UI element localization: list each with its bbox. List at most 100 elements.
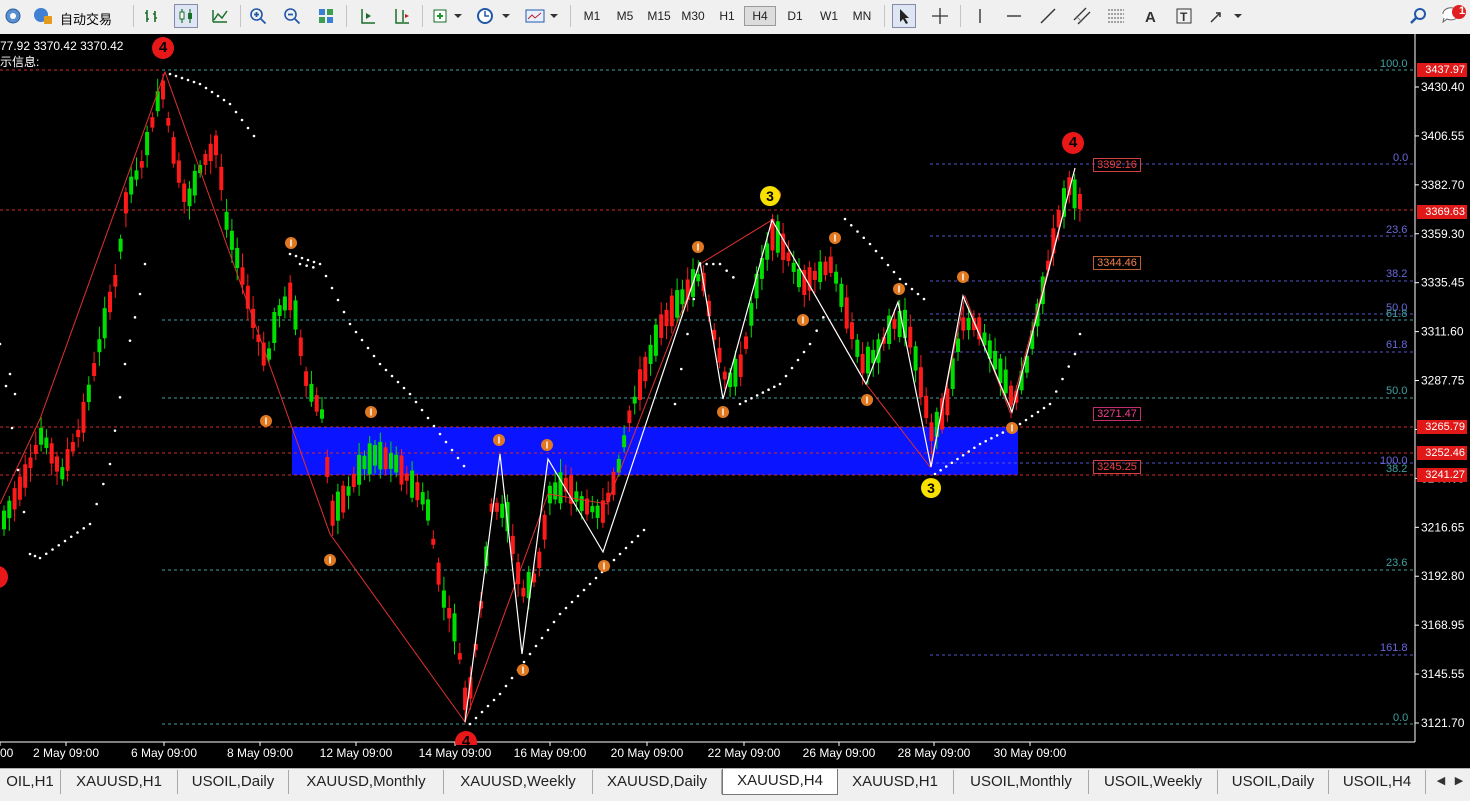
candle-body: [28, 457, 33, 469]
tab-usoil-h1[interactable]: OIL,H1: [0, 770, 61, 794]
sar-dot: [180, 76, 184, 80]
candle-body: [123, 192, 128, 214]
globe-icon[interactable]: [2, 4, 24, 28]
candle-body: [277, 305, 282, 316]
candle-body: [961, 317, 966, 331]
tab-xauusd-weekly[interactable]: XAUUSD,Weekly: [444, 770, 593, 794]
tab-xauusd-h1-2[interactable]: XAUUSD,H1: [837, 770, 954, 794]
fibonacci-icon[interactable]: [1104, 4, 1128, 28]
timeframe-w1[interactable]: W1: [813, 6, 845, 26]
timeframe-d1[interactable]: D1: [779, 6, 811, 26]
tab-scroll-right-icon[interactable]: ▶: [1450, 771, 1468, 791]
crosshair-icon[interactable]: [928, 4, 952, 28]
autoscroll-icon[interactable]: [356, 4, 380, 28]
timeframe-m30[interactable]: M30: [677, 6, 709, 26]
sar-dot: [186, 78, 190, 82]
candle-body: [214, 135, 218, 156]
sar-dot: [995, 434, 999, 437]
sar-dot: [1048, 402, 1052, 406]
tab-usoil-daily-2[interactable]: USOIL,Daily: [1218, 770, 1329, 794]
cursor-icon[interactable]: [892, 4, 916, 28]
wave-marker-4-bottom: 4: [455, 731, 477, 745]
equidistant-channel-icon[interactable]: [1070, 4, 1094, 28]
vertical-line-icon[interactable]: [968, 4, 992, 28]
candle-body: [272, 312, 277, 343]
chart-shift-icon[interactable]: [390, 4, 414, 28]
timeframe-h1[interactable]: H1: [711, 6, 743, 26]
horizontal-line-icon[interactable]: [1002, 4, 1026, 28]
tab-xauusd-monthly[interactable]: XAUUSD,Monthly: [289, 770, 444, 794]
main-toolbar: 自动交易 M1 M5 M15 M30 H1 H4 D1 W1 MN A T 1: [0, 0, 1470, 35]
timeframe-mn[interactable]: MN: [846, 6, 878, 26]
search-icon[interactable]: [1406, 4, 1430, 28]
price-chart[interactable]: 3430.40 3406.55 3382.70 3359.30 3335.45 3311.…: [0, 34, 1470, 768]
tab-usoil-h4[interactable]: USOIL,H4: [1329, 770, 1426, 794]
timeframe-h4[interactable]: H4: [744, 6, 776, 26]
candle-body: [675, 290, 680, 318]
sar-dot: [886, 263, 890, 267]
fib-label: 38.2: [1386, 268, 1408, 280]
candle-body: [155, 91, 160, 112]
timeframe-m15[interactable]: M15: [643, 6, 675, 26]
candle-body: [388, 453, 393, 469]
timeframe-m5[interactable]: M5: [609, 6, 641, 26]
sar-dot: [123, 362, 127, 366]
sar-dot: [892, 270, 896, 274]
sar-dot: [849, 223, 853, 227]
sar-dot: [630, 540, 634, 544]
sar-dot: [246, 126, 250, 130]
sub-wave-marker-glyph: [265, 417, 267, 425]
sar-dot: [192, 80, 196, 84]
fib-label: 38.2: [1386, 463, 1408, 475]
sub-wave-marker-glyph: [866, 396, 868, 404]
arrows-shapes-icon[interactable]: [1206, 4, 1244, 28]
tag-3271: 3271.47: [1093, 407, 1141, 421]
sar-dot: [1054, 390, 1058, 393]
candle-body: [76, 429, 81, 438]
candle-body: [903, 309, 907, 339]
sar-dot: [552, 620, 556, 624]
tab-xauusd-daily[interactable]: XAUUSD,Daily: [593, 770, 722, 794]
sar-dot: [63, 539, 67, 543]
timeframe-m1[interactable]: M1: [576, 6, 608, 26]
line-chart-icon[interactable]: [208, 4, 232, 28]
sar-dot: [384, 368, 388, 372]
sar-dot: [113, 429, 117, 432]
periods-icon[interactable]: [474, 4, 514, 28]
tab-xauusd-h4[interactable]: XAUUSD,H4: [722, 769, 838, 795]
candle-body: [542, 514, 547, 540]
sar-dot: [204, 86, 208, 90]
bar-chart-icon[interactable]: [140, 4, 164, 28]
zoom-in-icon[interactable]: [246, 4, 270, 28]
ohlc-readout: 77.92 3370.42 3370.42: [0, 39, 124, 53]
text-tool-icon[interactable]: A: [1138, 4, 1162, 28]
tab-usoil-weekly[interactable]: USOIL,Weekly: [1089, 770, 1218, 794]
level-lines: [0, 69, 1415, 725]
tab-usoil-daily[interactable]: USOIL,Daily: [178, 770, 289, 794]
zoom-out-icon[interactable]: [280, 4, 304, 28]
sar-dot: [402, 386, 406, 390]
sar-dot: [210, 90, 214, 94]
templates-icon[interactable]: [522, 4, 562, 28]
candle-body: [261, 342, 266, 366]
candlestick-icon[interactable]: [174, 4, 198, 28]
tab-xauusd-h1[interactable]: XAUUSD,H1: [61, 770, 178, 794]
candle-body: [828, 256, 833, 273]
fib-label: 61.8: [1386, 308, 1408, 320]
tile-windows-icon[interactable]: [314, 4, 338, 28]
sar-dot: [725, 269, 728, 272]
price-tag-current: 3369.63: [1417, 205, 1467, 219]
sar-dot: [10, 426, 14, 430]
tag-3392: 3392.16: [1093, 158, 1141, 172]
sar-dot: [360, 338, 364, 342]
tab-usoil-monthly[interactable]: USOIL,Monthly: [954, 770, 1089, 794]
sar-dot: [414, 400, 418, 404]
sar-dot: [564, 606, 568, 610]
tab-scroll-left-icon[interactable]: ◀: [1432, 771, 1450, 791]
trendline-icon[interactable]: [1036, 4, 1060, 28]
sar-dot: [228, 102, 232, 106]
sar-dot: [118, 396, 122, 399]
indicators-icon[interactable]: [430, 4, 466, 28]
sar-dot: [618, 552, 622, 556]
text-label-icon[interactable]: T: [1172, 4, 1196, 28]
